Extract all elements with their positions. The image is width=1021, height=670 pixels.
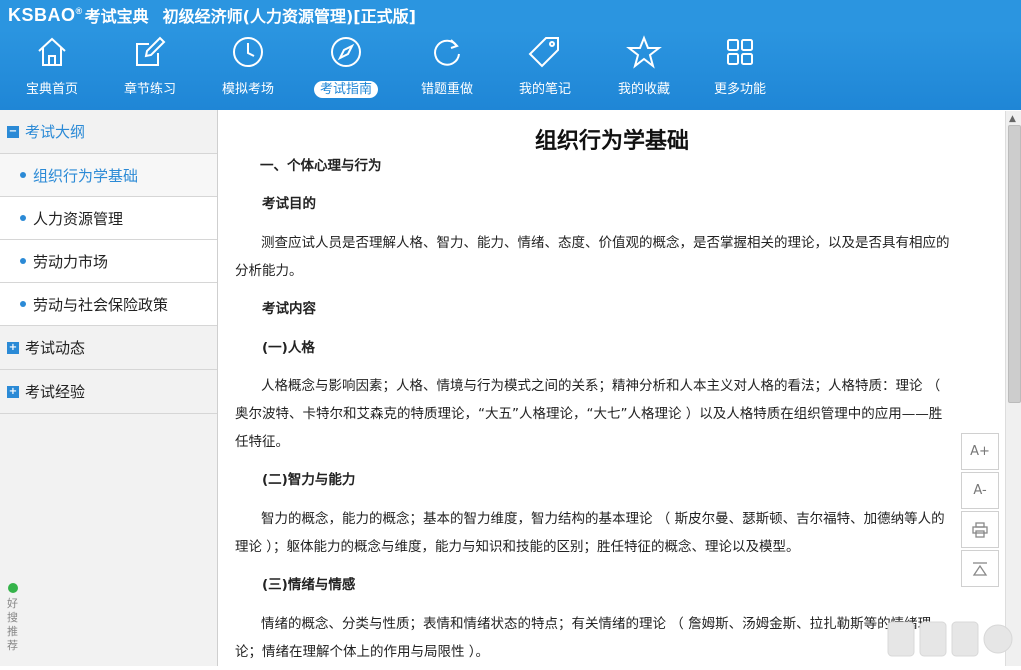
doc-paragraph: 情绪的概念、分类与性质；表情和情绪状态的特点；有关情绪的理论 （ 詹姆斯、汤姆金…	[235, 616, 932, 660]
sidebar-item-label: 组织行为学基础	[33, 166, 139, 185]
nav-notes-label: 我的笔记	[518, 82, 571, 97]
doc-title: 组织行为学基础	[534, 129, 689, 154]
star-icon	[626, 34, 662, 70]
clock-icon	[230, 34, 266, 70]
nav-fav-label: 我的收藏	[617, 82, 670, 97]
nav-redo-label: 错题重做	[420, 82, 473, 97]
scroll-up-icon[interactable]: ▲	[1009, 114, 1016, 124]
doc-subheading: (二)智力与能力	[262, 472, 356, 488]
nav-mock-exam[interactable]: 模拟考场	[199, 30, 297, 110]
logo-text: 考试宝典	[84, 7, 149, 26]
nav-favorites[interactable]: 我的收藏	[595, 30, 693, 110]
main-toolbar: 宝典首页 章节练习 模拟考场 考试指南 错题重做 我的笔记 我的收藏 更多功能	[0, 30, 1021, 110]
doc-subheading: 考试内容	[262, 301, 316, 317]
nav-mock-label: 模拟考场	[221, 82, 274, 97]
doc-paragraph: 智力的概念，能力的概念；基本的智力维度，智力结构的基本理论 （ 斯皮尔曼、瑟斯顿…	[235, 511, 945, 555]
scroll-thumb[interactable]	[1008, 125, 1021, 403]
sidebar: − 考试大纲 组织行为学基础 人力资源管理 劳动力市场 劳动与社会保险政策 + …	[0, 110, 218, 666]
bullet-icon	[20, 172, 26, 178]
doc-subheading: (三)情绪与情感	[262, 577, 356, 593]
app-title: 初级经济师(人力资源管理)[正式版]	[162, 7, 416, 26]
sidebar-item-label: 劳动与社会保险政策	[33, 295, 169, 314]
sidebar-cat-label: 考试大纲	[25, 123, 86, 141]
status-dot-icon	[8, 583, 18, 593]
sidebar-cat-label: 考试动态	[25, 339, 86, 357]
watermark-logo	[880, 612, 1020, 666]
bullet-icon	[20, 301, 26, 307]
back-to-top-button[interactable]	[961, 550, 999, 587]
nav-chapter-practice[interactable]: 章节练习	[101, 30, 199, 110]
font-increase-button[interactable]: A+	[961, 433, 999, 470]
edit-icon	[132, 34, 168, 70]
refresh-icon	[429, 34, 465, 70]
expand-icon: +	[7, 385, 19, 398]
sidebar-item-social-insurance[interactable]: 劳动与社会保险政策	[0, 283, 217, 326]
grid-icon	[722, 34, 758, 70]
nav-home[interactable]: 宝典首页	[3, 30, 101, 110]
sidebar-cat-news[interactable]: + 考试动态	[0, 326, 217, 370]
nav-chapter-label: 章节练习	[123, 82, 176, 97]
sidebar-item-label: 人力资源管理	[33, 209, 124, 228]
doc-paragraph: 测查应试人员是否理解人格、智力、能力、情绪、态度、价值观的概念，是否掌握相关的理…	[235, 235, 950, 279]
tag-icon	[527, 34, 563, 70]
logo: KSBAO®	[8, 4, 83, 25]
nav-notes[interactable]: 我的笔记	[496, 30, 594, 110]
back-to-top-icon	[972, 561, 988, 576]
sidebar-cat-experience[interactable]: + 考试经验	[0, 370, 217, 414]
sidebar-item-label: 劳动力市场	[33, 252, 109, 271]
document-view: 组织行为学基础 一、个体心理与行为 考试目的 测查应试人员是否理解人格、智力、能…	[219, 111, 1005, 666]
sidebar-cat-syllabus[interactable]: − 考试大纲	[0, 110, 217, 154]
doc-section-heading: 一、个体心理与行为	[260, 158, 382, 174]
doc-paragraph: 人格概念与影响因素；人格、情境与行为模式之间的关系；精神分析和人本主义对人格的看…	[235, 378, 943, 450]
print-icon	[972, 521, 988, 538]
nav-more-label: 更多功能	[713, 82, 766, 97]
bullet-icon	[20, 258, 26, 264]
sidebar-item-org-behavior[interactable]: 组织行为学基础	[0, 154, 217, 197]
compass-icon	[328, 34, 364, 70]
title-bar: KSBAO® 考试宝典 初级经济师(人力资源管理)[正式版]	[0, 0, 1021, 30]
nav-wrong-redo[interactable]: 错题重做	[398, 30, 496, 110]
print-button[interactable]	[961, 511, 999, 548]
sidebar-item-hr-management[interactable]: 人力资源管理	[0, 197, 217, 240]
nav-home-label: 宝典首页	[25, 82, 78, 97]
doc-subheading: 考试目的	[262, 196, 316, 212]
font-decrease-button[interactable]: A-	[961, 472, 999, 509]
haosou-label: 好搜推荐	[7, 597, 18, 652]
sidebar-item-labor-market[interactable]: 劳动力市场	[0, 240, 217, 283]
nav-exam-guide[interactable]: 考试指南	[297, 30, 395, 110]
sidebar-cat-label: 考试经验	[25, 383, 86, 401]
nav-guide-label: 考试指南	[313, 81, 378, 98]
doc-subheading: (一)人格	[262, 340, 315, 356]
collapse-icon: −	[7, 125, 19, 138]
scrollbar[interactable]: ▲	[1005, 111, 1021, 666]
haosou-widget[interactable]: 好搜推荐	[4, 580, 22, 664]
bullet-icon	[20, 215, 26, 221]
nav-more[interactable]: 更多功能	[691, 30, 789, 110]
expand-icon: +	[7, 341, 19, 354]
reader-tools: A+ A-	[961, 433, 999, 589]
home-icon	[34, 34, 70, 70]
